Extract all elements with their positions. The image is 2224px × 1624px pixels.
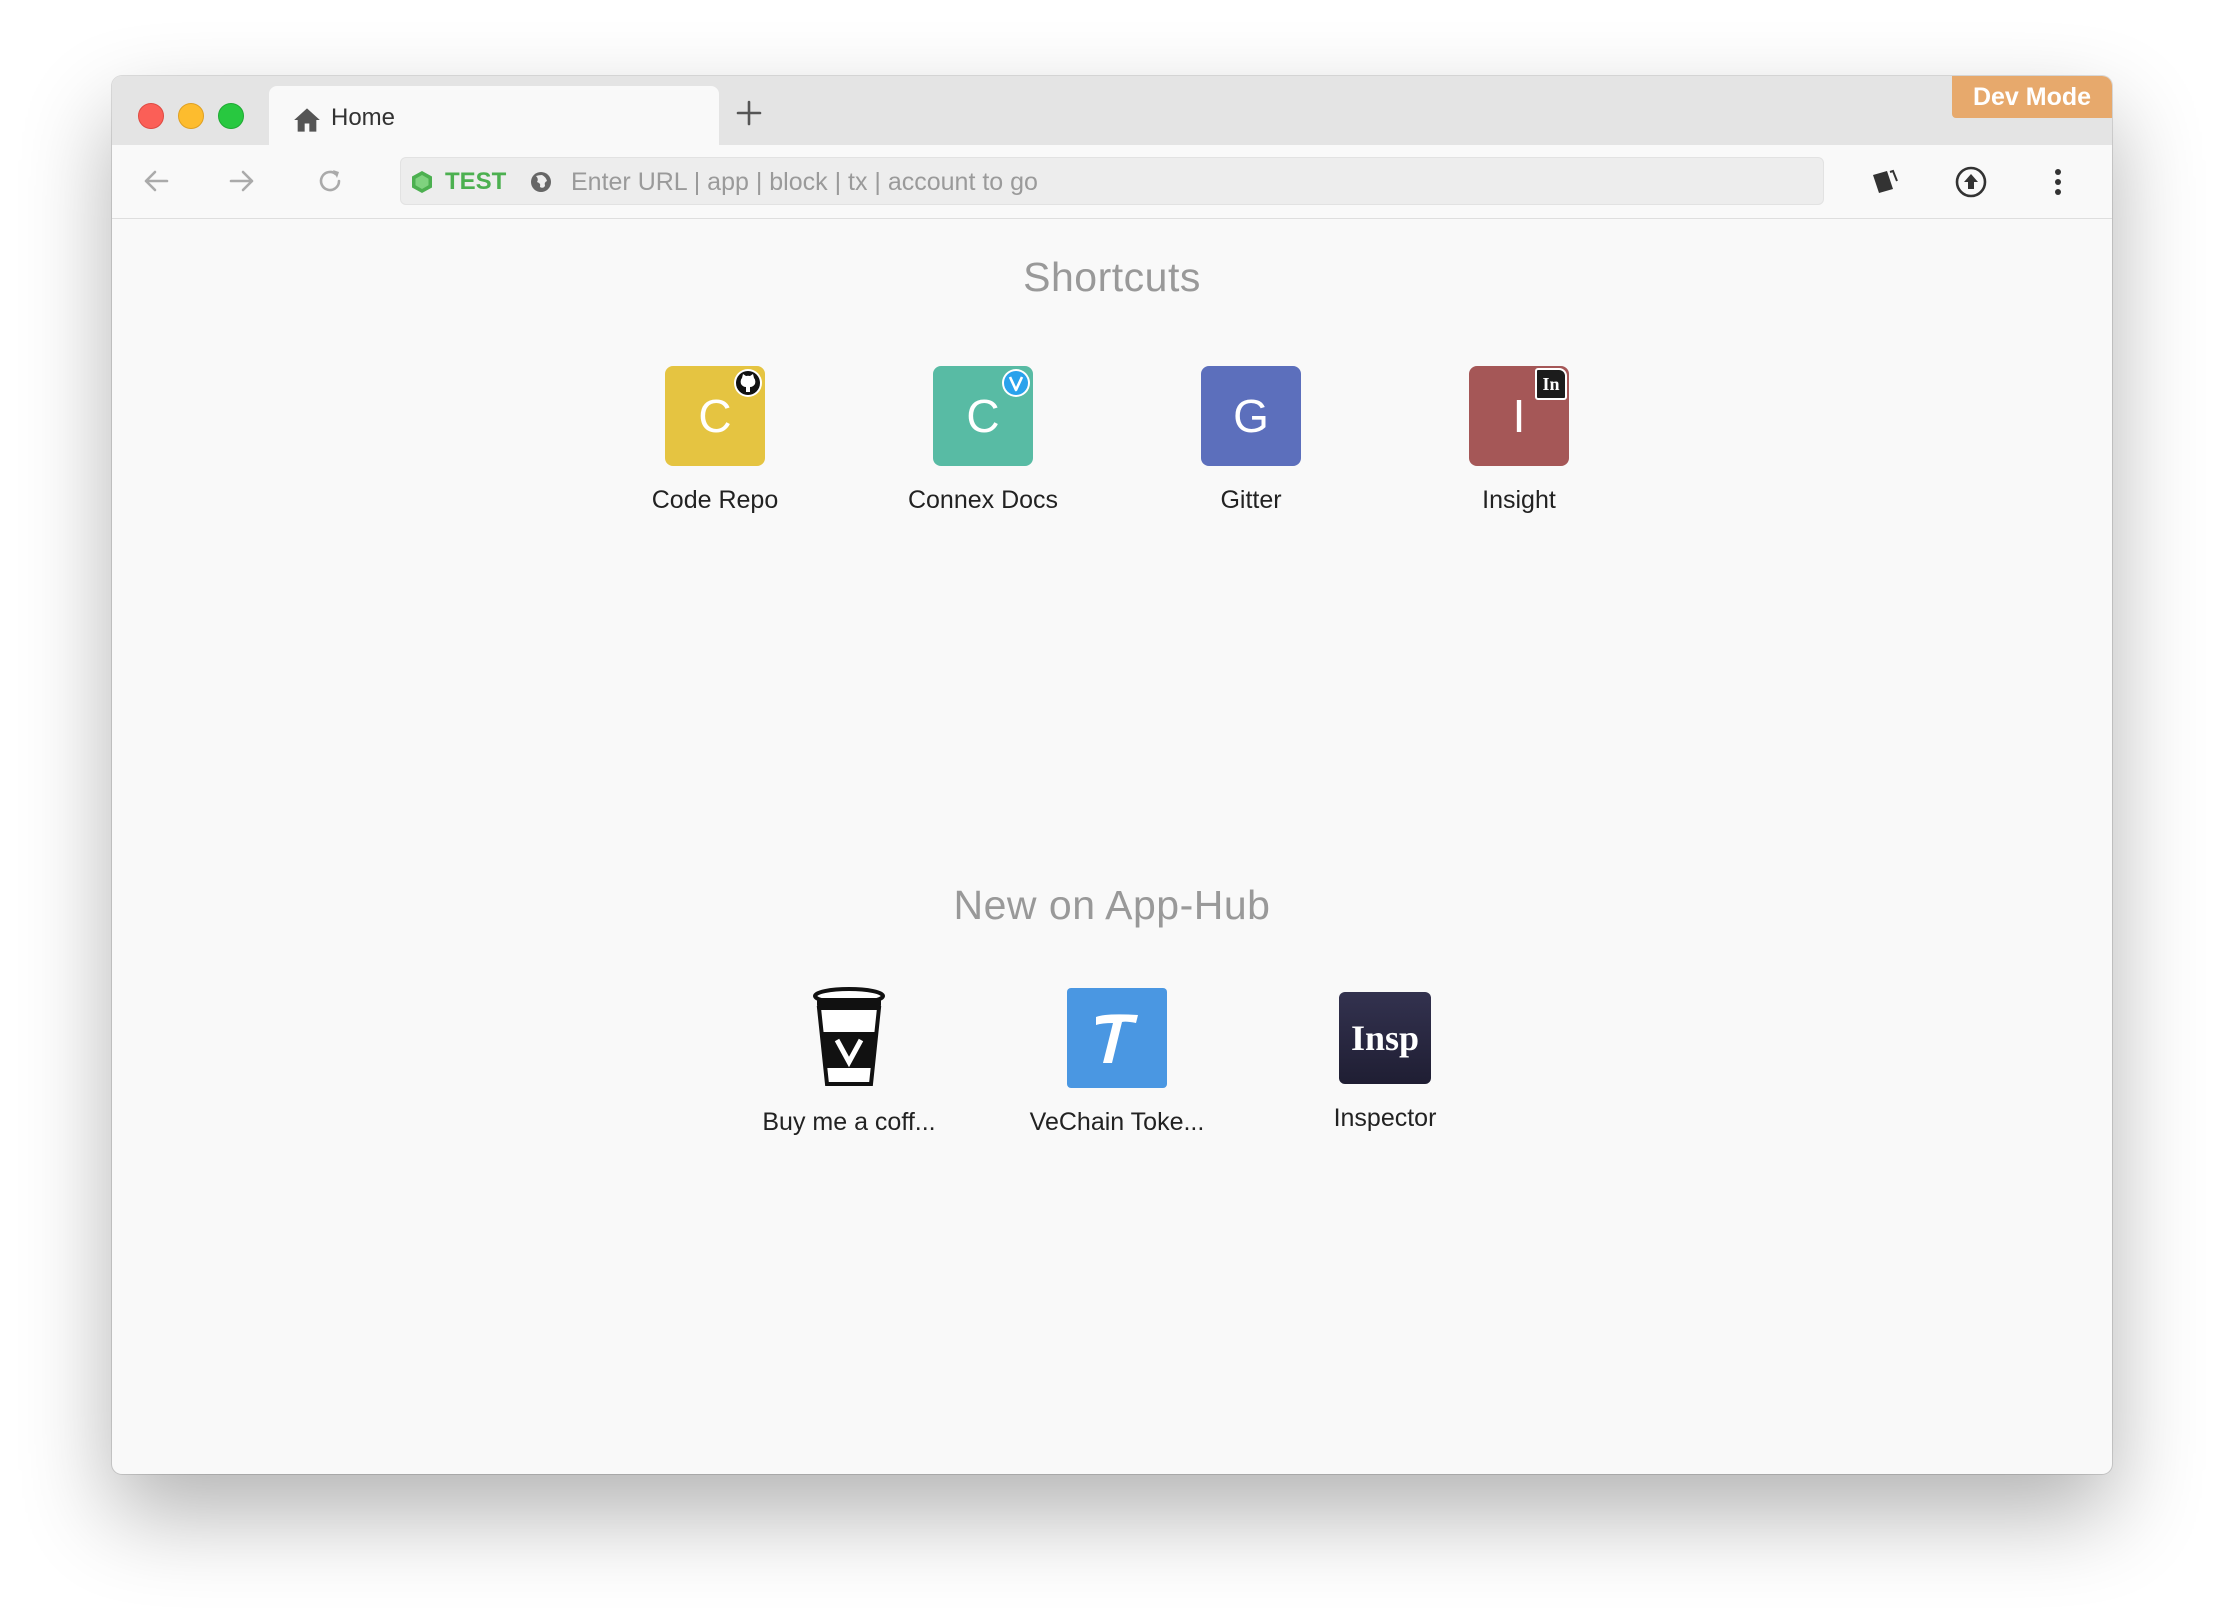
reload-icon <box>319 170 341 192</box>
arrow-right-icon <box>229 170 254 192</box>
navigation-toolbar: TEST <box>112 145 2112 219</box>
tab-home[interactable]: Home <box>269 86 719 145</box>
maximize-window-button[interactable] <box>218 103 244 129</box>
title-bar: Home Dev Mode <box>112 76 2112 145</box>
minimize-window-button[interactable] <box>178 103 204 129</box>
app-label: VeChain Toke... <box>1029 1108 1205 1136</box>
app-label: Buy me a coff... <box>762 1108 936 1136</box>
tab-title: Home <box>331 104 396 131</box>
shortcut-label: Code Repo <box>651 486 779 514</box>
shortcut-letter: I <box>1512 390 1526 442</box>
shortcut-icon: C <box>933 366 1033 466</box>
shortcuts-title: Shortcuts <box>1023 254 1201 300</box>
vechain-icon <box>1001 368 1031 398</box>
more-menu-button[interactable] <box>2037 161 2079 203</box>
shortcut-letter: C <box>966 390 1000 442</box>
insight-badge-icon: In <box>1535 368 1567 400</box>
upload-circle-icon <box>1955 166 1987 198</box>
forward-button[interactable] <box>222 161 262 201</box>
app-label: Inspector <box>1333 1104 1437 1132</box>
shortcut-icon: C <box>665 366 765 466</box>
shortcut-connex-docs[interactable]: C Connex Docs <box>883 366 1083 515</box>
close-window-button[interactable] <box>138 103 164 129</box>
shortcut-icon: I In <box>1469 366 1569 466</box>
app-vechain-token[interactable]: VeChain Toke... <box>1017 988 1217 1137</box>
shortcut-insight[interactable]: I In Insight <box>1419 366 1619 515</box>
home-icon <box>294 108 320 132</box>
browser-window: Home Dev Mode TEST Enter URL | app | blo… <box>112 76 2112 1474</box>
network-label: TEST <box>445 168 507 195</box>
new-tab-icon[interactable] <box>732 96 766 130</box>
app-buy-me-a-coffee[interactable]: Buy me a coff... <box>749 987 949 1137</box>
globe-icon <box>531 172 551 192</box>
shortcut-letter: C <box>698 390 732 442</box>
reload-button[interactable] <box>310 161 350 201</box>
coffee-cup-icon <box>799 987 899 1088</box>
dev-mode-badge: Dev Mode <box>1952 76 2112 118</box>
shortcut-gitter[interactable]: G Gitter <box>1151 366 1351 515</box>
wallet-button[interactable] <box>1863 161 1905 203</box>
url-input[interactable] <box>569 164 1773 200</box>
shortcut-label: Connex Docs <box>907 486 1059 514</box>
address-bar[interactable]: TEST <box>400 157 1824 205</box>
network-hexagon-icon <box>412 171 432 193</box>
apphub-title: New on App-Hub <box>953 882 1271 928</box>
shortcut-label: Insight <box>1482 486 1556 514</box>
inspector-logo-icon: Insp <box>1339 992 1431 1084</box>
app-inspector[interactable]: Insp Inspector <box>1285 988 1485 1133</box>
more-vertical-icon <box>2055 169 2061 195</box>
github-icon <box>733 368 763 398</box>
shortcut-letter: G <box>1233 390 1269 442</box>
shortcut-label: Gitter <box>1220 486 1282 514</box>
wallet-cards-icon <box>1873 169 1898 193</box>
vechain-token-icon <box>1067 988 1167 1088</box>
shortcut-code-repo[interactable]: C Code Repo <box>615 366 815 515</box>
back-button[interactable] <box>136 161 176 201</box>
arrow-left-icon <box>144 170 169 192</box>
upload-button[interactable] <box>1950 161 1992 203</box>
shortcut-icon: G <box>1201 366 1301 466</box>
